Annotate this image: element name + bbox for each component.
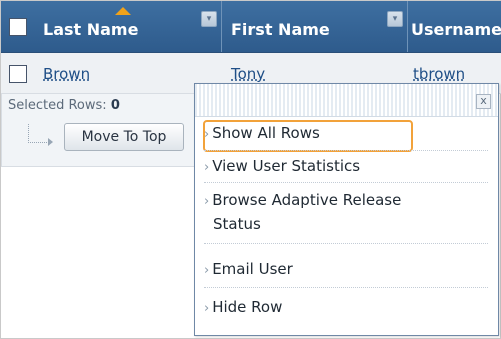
column-label: Username [411,20,501,39]
column-label: First Name [231,20,330,39]
menu-item-label-continued: Status [213,215,261,233]
menu-item-label: Email User [212,260,293,278]
menu-title-bar: x [195,84,498,117]
chevron-right-icon: › [204,160,210,175]
menu-divider [204,150,488,151]
menu-divider [204,182,488,183]
grade-center-table: Last Name ▾ First Name ▾ Username Brown … [0,0,501,339]
column-header-first-name[interactable]: First Name ▾ [221,1,408,52]
row-checkbox[interactable] [9,65,27,83]
column-header-username[interactable]: Username [407,1,501,52]
column-menu-icon[interactable]: ▾ [201,11,217,27]
menu-divider [204,243,488,244]
menu-item-browse-adaptive-release-status[interactable]: › Browse Adaptive Release [204,191,484,209]
selected-rows-count: 0 [110,98,120,113]
sort-ascending-icon [115,7,131,15]
column-header-last-name[interactable]: Last Name ▾ [33,1,222,52]
chevron-right-icon: › [204,127,210,142]
column-label: Last Name [43,20,139,39]
select-all-checkbox[interactable] [9,18,27,36]
menu-item-label: Browse Adaptive Release [212,191,402,209]
selected-rows-label: Selected Rows: [8,98,107,113]
menu-item-view-user-statistics[interactable]: › View User Statistics [204,157,484,175]
menu-item-label: Hide Row [212,298,283,316]
branch-arrow-icon [28,124,53,146]
menu-item-email-user[interactable]: › Email User [204,260,484,278]
username-cell[interactable]: tbrown [413,65,465,83]
menu-item-hide-row[interactable]: › Hide Row [204,298,484,316]
close-icon[interactable]: x [476,94,491,109]
menu-item-label: Show All Rows [212,124,320,142]
move-to-top-button[interactable]: Move To Top [64,123,184,151]
menu-divider [204,287,488,288]
table-header: Last Name ▾ First Name ▾ Username [1,1,501,53]
menu-item-show-all-rows[interactable]: › Show All Rows [204,124,484,142]
selected-rows-text: Selected Rows: 0 [8,98,120,113]
chevron-right-icon: › [204,194,210,209]
last-name-cell[interactable]: Brown [43,65,90,83]
first-name-cell[interactable]: Tony [231,65,265,83]
column-menu-icon[interactable]: ▾ [387,11,403,27]
menu-item-label: View User Statistics [212,157,361,175]
chevron-right-icon: › [204,263,210,278]
chevron-right-icon: › [204,301,210,316]
table-footer: Selected Rows: 0 Move To Top [1,93,196,167]
row-context-menu: x › Show All Rows › View User Statistics ›… [194,83,499,336]
